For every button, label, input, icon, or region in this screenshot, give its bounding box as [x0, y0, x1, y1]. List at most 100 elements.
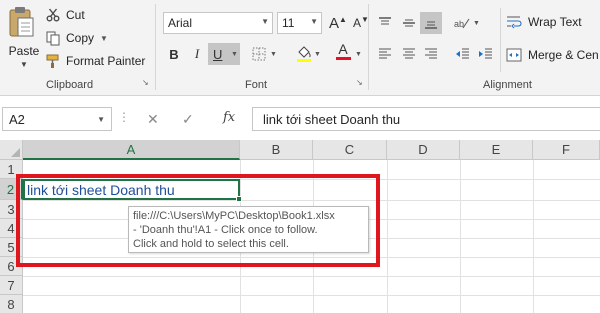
- ribbon: Paste ▼ Cut Copy ▼ Format Painter Clipbo…: [0, 0, 600, 96]
- cut-label: Cut: [66, 8, 85, 22]
- paste-label: Paste: [8, 44, 40, 58]
- align-right-icon: [425, 48, 437, 59]
- row-header-2[interactable]: 2: [0, 179, 23, 200]
- increase-indent-button[interactable]: [474, 43, 496, 65]
- copy-icon: [44, 30, 62, 46]
- column-header-d[interactable]: D: [387, 140, 460, 160]
- chevron-down-icon: ▼: [310, 17, 318, 26]
- fill-color-button[interactable]: [293, 43, 315, 65]
- row-header-6[interactable]: 6: [0, 257, 23, 276]
- row-header-5[interactable]: 5: [0, 238, 23, 257]
- grow-font-button[interactable]: A ▲: [327, 12, 349, 34]
- font-color-bar: [335, 57, 351, 60]
- italic-button[interactable]: I: [186, 43, 208, 65]
- wrap-text-icon: [505, 14, 523, 30]
- gridline: [23, 257, 600, 258]
- align-left-button[interactable]: [374, 43, 396, 65]
- clipboard-icon: [9, 7, 34, 37]
- top-align-button[interactable]: [374, 12, 396, 34]
- bold-button[interactable]: B: [163, 43, 185, 65]
- borders-button[interactable]: [248, 43, 270, 65]
- align-center-button[interactable]: [398, 43, 420, 65]
- row-header-1[interactable]: 1: [0, 160, 23, 179]
- clipboard-group-label: Clipboard: [46, 79, 94, 91]
- chevron-down-icon[interactable]: ▼: [231, 51, 238, 58]
- paint-bucket-icon: [297, 46, 311, 62]
- align-center-icon: [403, 48, 415, 59]
- row-header-8[interactable]: 8: [0, 295, 23, 313]
- decrease-indent-button[interactable]: [451, 43, 473, 65]
- name-box[interactable]: A2 ▼: [2, 107, 112, 131]
- active-cell-border[interactable]: [23, 179, 240, 200]
- name-box-value: A2: [9, 112, 25, 127]
- select-all-button[interactable]: [0, 140, 23, 160]
- dialog-launcher-icon[interactable]: ↘: [356, 78, 363, 91]
- row-header-3[interactable]: 3: [0, 200, 23, 219]
- alignment-group-label: Alignment: [483, 79, 532, 91]
- increase-indent-icon: [478, 48, 492, 59]
- underline-icon: U: [213, 46, 223, 62]
- hyperlink-tooltip: file:///C:\Users\MyPC\Desktop\Book1.xlsx…: [128, 206, 369, 253]
- enter-button[interactable]: ✓: [182, 111, 194, 128]
- cancel-button[interactable]: ✕: [147, 111, 159, 128]
- font-color-button[interactable]: A: [332, 40, 354, 62]
- spreadsheet-grid: A B C D E F 1 2 3 4 5 6 7 8 link tới she…: [0, 140, 600, 313]
- align-left-icon: [379, 48, 391, 59]
- chevron-down-icon: ▼: [97, 115, 105, 124]
- chevron-down-icon: ▼: [20, 60, 28, 69]
- gridline: [533, 160, 534, 313]
- font-name-select[interactable]: Arial ▼: [163, 12, 273, 34]
- gridline: [387, 160, 388, 313]
- column-header-f[interactable]: F: [533, 140, 600, 160]
- copy-button[interactable]: Copy ▼: [44, 28, 108, 48]
- row-header-7[interactable]: 7: [0, 276, 23, 295]
- orientation-button[interactable]: ab: [451, 12, 473, 34]
- format-painter-label: Format Painter: [66, 54, 146, 68]
- borders-icon: [252, 47, 266, 61]
- align-middle-icon: [403, 19, 415, 27]
- chevron-down-icon[interactable]: ▼: [473, 20, 480, 27]
- chevron-down-icon[interactable]: ▼: [270, 51, 277, 58]
- align-bottom-icon: [425, 21, 437, 29]
- formula-input[interactable]: link tới sheet Doanh thu: [252, 107, 600, 131]
- underline-button[interactable]: U ▼: [208, 43, 240, 65]
- more-icon: ⋮: [118, 110, 131, 124]
- font-name-value: Arial: [168, 16, 193, 30]
- merge-cells-icon: [505, 47, 523, 63]
- merge-center-button[interactable]: Merge & Cen: [505, 45, 599, 65]
- column-header-e[interactable]: E: [460, 140, 533, 160]
- paste-button[interactable]: Paste ▼: [4, 4, 40, 74]
- bottom-align-button[interactable]: [420, 12, 442, 34]
- row-header-4[interactable]: 4: [0, 219, 23, 238]
- font-size-value: 11: [282, 16, 295, 30]
- group-divider: [368, 4, 369, 90]
- gridline: [460, 160, 461, 313]
- middle-align-button[interactable]: [398, 12, 420, 34]
- select-all-icon: [11, 148, 20, 157]
- shrink-font-icon: A: [353, 16, 362, 30]
- align-right-button[interactable]: [420, 43, 442, 65]
- grow-font-icon: A: [329, 14, 340, 32]
- column-header-a[interactable]: A: [23, 140, 240, 160]
- wrap-text-label: Wrap Text: [528, 15, 582, 29]
- column-header-c[interactable]: C: [313, 140, 387, 160]
- wrap-text-button[interactable]: Wrap Text: [505, 12, 582, 32]
- insert-function-button[interactable]: fx: [223, 110, 235, 125]
- font-color-icon: A: [338, 41, 348, 57]
- format-painter-button[interactable]: Format Painter: [44, 51, 145, 71]
- dialog-launcher-icon[interactable]: ↘: [142, 78, 149, 91]
- chevron-down-icon[interactable]: ▼: [100, 34, 108, 43]
- scissors-icon: [44, 7, 62, 23]
- decrease-indent-icon: [455, 48, 469, 59]
- formula-bar: A2 ▼ ⋮ ✕ ✓ fx link tới sheet Doanh thu: [0, 104, 600, 134]
- chevron-down-icon[interactable]: ▼: [314, 51, 321, 58]
- chevron-down-icon[interactable]: ▼: [355, 51, 362, 58]
- align-top-icon: [379, 17, 391, 25]
- merge-center-label: Merge & Cen: [528, 48, 599, 62]
- group-divider: [155, 4, 156, 90]
- column-header-b[interactable]: B: [240, 140, 313, 160]
- font-size-select[interactable]: 11 ▼: [277, 12, 322, 34]
- cut-button[interactable]: Cut: [44, 5, 85, 25]
- font-group-label: Font: [245, 79, 268, 91]
- fill-handle[interactable]: [236, 196, 242, 202]
